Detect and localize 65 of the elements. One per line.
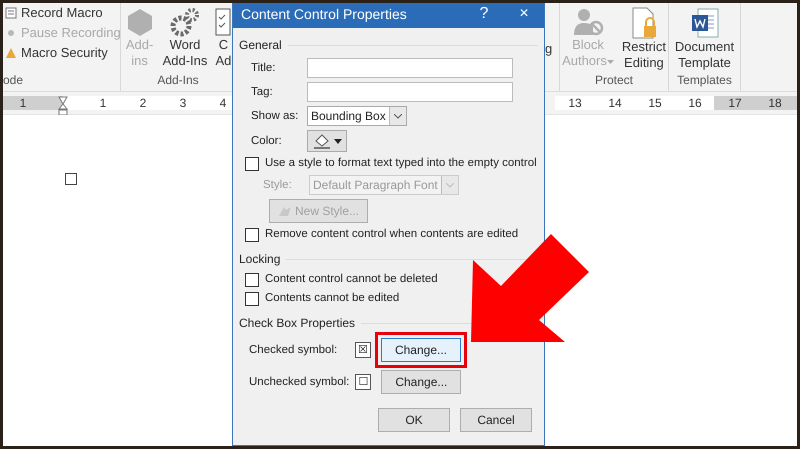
tag-field[interactable] — [307, 82, 513, 102]
ruler-number: 13 — [567, 96, 583, 110]
dialog-title: Content Control Properties — [241, 6, 408, 22]
cancel-button[interactable]: Cancel — [460, 408, 532, 432]
field-label: Checked symbol: — [249, 342, 338, 358]
symbol-preview: ☒ — [355, 342, 371, 358]
checkbox-label: Content control cannot be deleted — [265, 272, 438, 287]
section-heading: General — [239, 38, 282, 52]
field-label: Tag: — [251, 84, 274, 100]
word-document-icon — [690, 7, 720, 39]
ruler-number: 18 — [767, 96, 783, 110]
change-button[interactable]: Change... — [381, 370, 462, 394]
checkbox[interactable] — [245, 272, 259, 286]
ribbon-command-fragment: g — [545, 40, 554, 58]
content-checkbox[interactable] — [65, 173, 77, 185]
checkbox-label: Remove content control when contents are edited — [265, 227, 518, 242]
checkbox[interactable] — [245, 292, 259, 306]
ruler-number: 17 — [727, 96, 743, 110]
symbol-preview: ☐ — [355, 374, 372, 390]
caret-icon — [334, 138, 342, 144]
color-button[interactable] — [307, 130, 347, 152]
ribbon-command[interactable]: Restrict Editing — [622, 7, 666, 73]
field-label: Style: — [263, 178, 293, 192]
ruler-number: 2 — [138, 96, 148, 110]
help-button[interactable]: ? — [464, 3, 504, 28]
field-label: Color: — [251, 134, 283, 148]
field-label: Show as: — [251, 108, 300, 124]
checkbox[interactable] — [245, 156, 259, 170]
section-heading: Locking — [239, 252, 280, 266]
checkbox-label: Contents cannot be edited — [265, 291, 400, 306]
checklist-icon — [215, 7, 232, 37]
close-button[interactable]: × — [504, 3, 544, 28]
chevron-down-icon — [446, 182, 454, 188]
ok-button[interactable]: OK — [378, 408, 450, 432]
ruler-number: 15 — [647, 96, 663, 110]
ribbon-command[interactable]: Document Template — [674, 7, 734, 73]
ruler-number: 16 — [687, 96, 703, 110]
show-as-dropdown[interactable]: Bounding Box — [307, 106, 407, 126]
ribbon-command[interactable]: Macro Security — [5, 45, 122, 60]
title-field[interactable] — [307, 58, 513, 78]
warning-icon — [5, 46, 17, 58]
person-block-icon — [572, 7, 604, 37]
style-icon — [278, 205, 292, 217]
indent-marker-icon[interactable] — [58, 96, 68, 116]
ruler-number: 3 — [178, 96, 188, 110]
group-label: Templates — [676, 73, 733, 89]
paint-bucket-icon — [312, 133, 330, 149]
field-label: Unchecked symbol: — [249, 374, 350, 390]
ruler-number: 14 — [607, 96, 623, 110]
group-label: Protect — [594, 73, 634, 89]
ruler-number: 1 — [18, 96, 28, 110]
ribbon-command[interactable]: Record Macro — [5, 5, 122, 20]
checkbox[interactable] — [245, 228, 259, 242]
ribbon-command[interactable]: C Ad — [215, 7, 232, 73]
ruler-number: 1 — [98, 96, 108, 110]
checkbox-label: Use a style to format text typed into the empty control — [265, 156, 537, 171]
gears-icon — [170, 7, 200, 37]
field-label: Title: — [251, 60, 276, 76]
ribbon-command[interactable]: Word Add-Ins — [162, 7, 208, 73]
group-label: Add-Ins — [156, 73, 200, 89]
chevron-down-icon — [394, 114, 402, 118]
group-label: ode — [3, 73, 24, 89]
ruler-number: 4 — [218, 96, 228, 110]
section-heading: Check Box Properties — [239, 316, 356, 330]
change-button[interactable]: Change... — [381, 338, 461, 362]
